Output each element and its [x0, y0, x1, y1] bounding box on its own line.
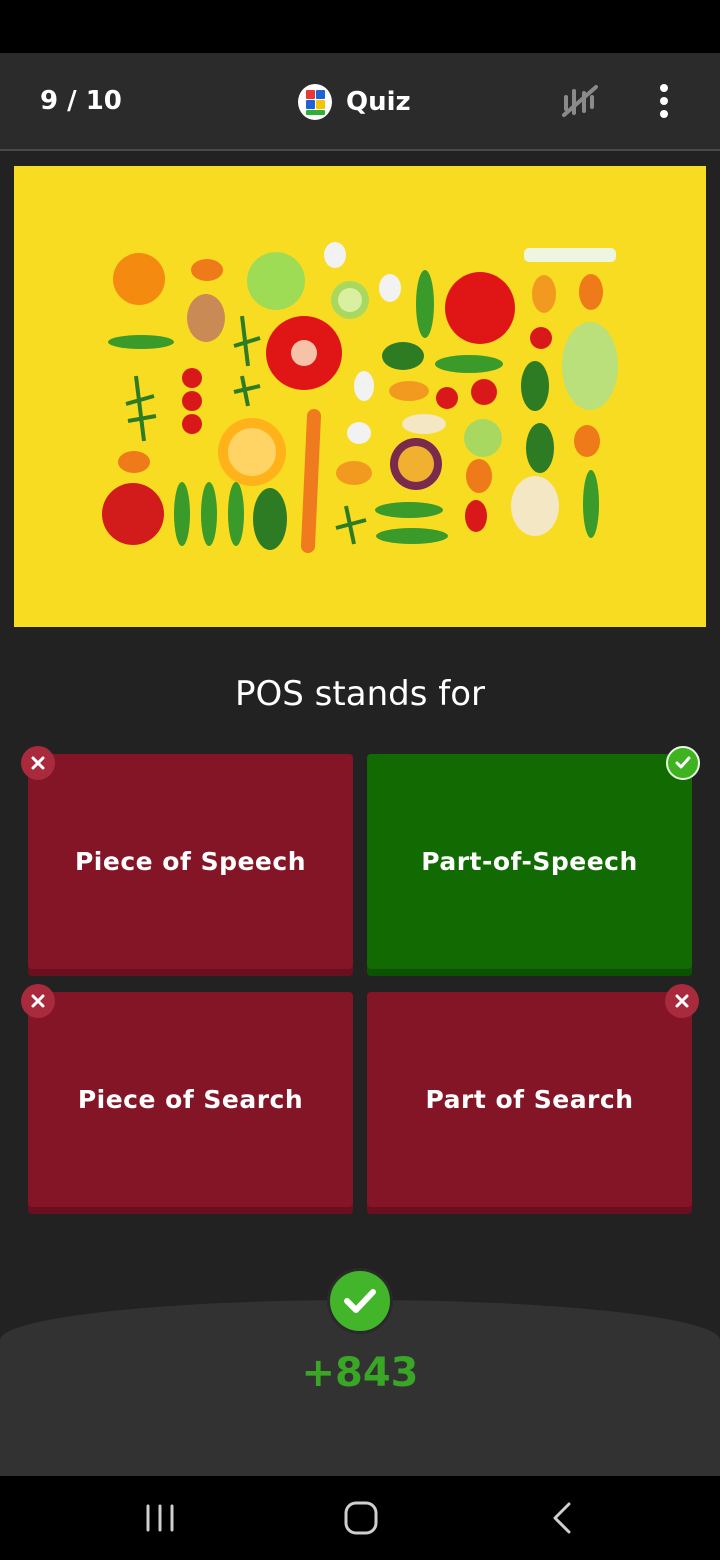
- more-vert-icon[interactable]: [652, 81, 676, 121]
- wrong-answer-close-icon: [21, 746, 55, 780]
- wrong-answer-close-icon: [21, 984, 55, 1018]
- answer-option-4[interactable]: Part of Search: [367, 992, 692, 1214]
- system-nav-bar: [0, 1476, 720, 1560]
- answer-option-label: Piece of Speech: [74, 846, 306, 876]
- quiz-app-logo-icon: [298, 84, 332, 120]
- wrong-answer-close-icon: [665, 984, 699, 1018]
- home-icon[interactable]: [341, 1498, 381, 1538]
- answer-option-label: Part-of-Speech: [421, 846, 638, 876]
- answer-option-3[interactable]: Piece of Search: [28, 992, 353, 1214]
- slash-icon[interactable]: [560, 83, 600, 119]
- quiz-image: [14, 166, 706, 627]
- result-check-icon: [327, 1268, 393, 1334]
- question-progress: 9 / 10: [40, 86, 122, 116]
- back-icon[interactable]: [543, 1498, 583, 1538]
- question-text: POS stands for: [235, 674, 485, 714]
- answer-option-1[interactable]: Piece of Speech: [28, 754, 353, 976]
- page-title: Quiz: [346, 87, 411, 117]
- correct-answer-check-icon: [666, 746, 700, 780]
- answer-option-label: Piece of Search: [77, 1084, 304, 1114]
- recent-apps-icon[interactable]: [140, 1498, 180, 1538]
- answer-option-label: Part of Search: [425, 1084, 634, 1114]
- vegetables-illustration: [14, 166, 706, 627]
- score-gain: +843: [301, 1350, 419, 1396]
- quiz-title: Quiz: [298, 82, 411, 122]
- status-bar: [0, 0, 720, 53]
- answer-option-2[interactable]: Part-of-Speech: [367, 754, 692, 976]
- top-bar: 9 / 10 Quiz: [0, 53, 720, 151]
